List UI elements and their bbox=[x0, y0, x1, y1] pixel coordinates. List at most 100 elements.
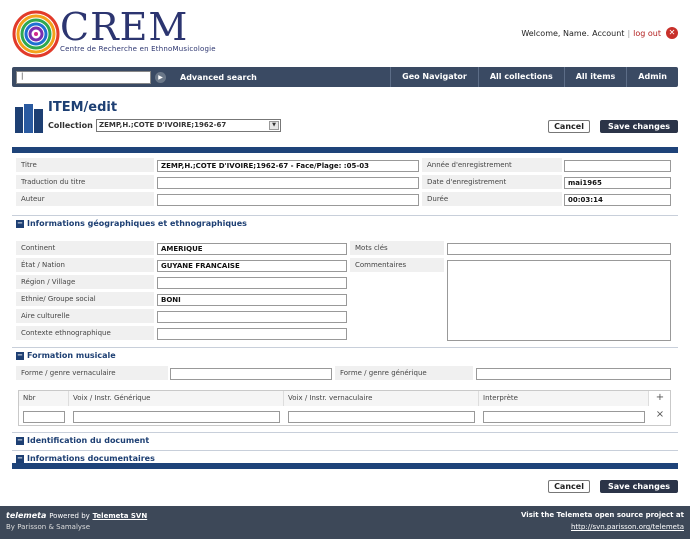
geo-section-title: Informations géographiques et ethnograph… bbox=[27, 219, 247, 228]
continent-label: Continent bbox=[16, 241, 154, 256]
logout-icon[interactable]: ✕ bbox=[666, 27, 678, 39]
by-text: By bbox=[6, 523, 15, 531]
nbr-field[interactable] bbox=[23, 411, 65, 423]
user-bar-separator: | bbox=[627, 28, 631, 38]
footer-visit-text: Visit the Telemeta open source project a… bbox=[521, 511, 684, 519]
ethnie-label: Ethnie/ Groupe social bbox=[16, 292, 154, 307]
nav-geo-navigator[interactable]: Geo Navigator bbox=[390, 67, 478, 87]
section-divider bbox=[12, 450, 678, 451]
parisson-samalyse-link[interactable]: Parisson & Samalyse bbox=[17, 523, 90, 531]
collection-select-value: ZEMP,H.;COTE D'IVOIRE;1962-67 bbox=[99, 121, 227, 129]
header: CREM Centre de Recherche en EthnoMusicol… bbox=[0, 0, 690, 66]
collapse-minus-icon[interactable]: − bbox=[16, 436, 24, 445]
contexte-field[interactable] bbox=[157, 328, 347, 340]
footer-by: By Parisson & Samalyse bbox=[6, 523, 90, 531]
svn-url-link[interactable]: http://svn.parisson.org/telemeta bbox=[571, 523, 684, 531]
etat-field[interactable]: GUYANE FRANCAISE bbox=[157, 260, 347, 272]
telemeta-svn-link[interactable]: Telemeta SVN bbox=[93, 512, 148, 520]
title-row: ITEM/edit Collection ZEMP,H.;COTE D'IVOI… bbox=[12, 100, 678, 136]
traduction-field[interactable] bbox=[157, 177, 419, 189]
region-field[interactable] bbox=[157, 277, 347, 289]
ethnie-field[interactable]: BONI bbox=[157, 294, 347, 306]
forme-vernaculaire-label: Forme / genre vernaculaire bbox=[16, 366, 168, 381]
performers-table: Nbr Voix / Instr. Générique Voix / Instr… bbox=[18, 390, 671, 426]
continent-field[interactable]: AMERIQUE bbox=[157, 243, 347, 255]
account-link[interactable]: Account bbox=[592, 29, 624, 38]
footer-brand: telemeta Powered by Telemeta SVN bbox=[6, 511, 147, 520]
logo-title: CREM bbox=[60, 5, 189, 49]
titre-label: Titre bbox=[16, 158, 154, 173]
search-input[interactable]: | bbox=[16, 70, 151, 84]
section-divider bbox=[12, 432, 678, 433]
col-interprete: Interprète bbox=[479, 391, 649, 406]
aire-field[interactable] bbox=[157, 311, 347, 323]
collection-select[interactable]: ZEMP,H.;COTE D'IVOIRE;1962-67 ▼ bbox=[96, 119, 281, 132]
interprete-field[interactable] bbox=[483, 411, 645, 423]
etat-label: État / Nation bbox=[16, 258, 154, 273]
formation-section-header[interactable]: − Formation musicale bbox=[16, 351, 116, 360]
collapse-minus-icon[interactable]: − bbox=[16, 454, 24, 463]
add-row-plus-icon[interactable]: + bbox=[653, 392, 667, 403]
page-title: ITEM/edit bbox=[48, 100, 118, 115]
voix-generique-field[interactable] bbox=[73, 411, 280, 423]
delete-row-x-icon[interactable]: × bbox=[653, 409, 667, 420]
date-field[interactable]: mai1965 bbox=[564, 177, 671, 189]
formation-section-title: Formation musicale bbox=[27, 351, 116, 360]
identification-section-header[interactable]: − Identification du document bbox=[16, 436, 149, 445]
welcome-text: Welcome, Name. bbox=[521, 28, 590, 38]
titre-field[interactable]: ZEMP,H.;COTE D'IVOIRE;1962-67 - Face/Pla… bbox=[157, 160, 419, 172]
collapse-minus-icon[interactable]: − bbox=[16, 351, 24, 360]
powered-by-text: Powered by bbox=[49, 512, 90, 520]
documentaires-section-header[interactable]: − Informations documentaires bbox=[16, 454, 155, 463]
user-bar: Welcome, Name. Account | log out ✕ bbox=[521, 27, 678, 39]
telemeta-logo[interactable]: telemeta bbox=[6, 511, 46, 520]
forme-vernaculaire-field[interactable] bbox=[170, 368, 332, 380]
auteur-label: Auteur bbox=[16, 192, 154, 207]
geo-section-header[interactable]: − Informations géographiques et ethnogra… bbox=[16, 219, 247, 228]
crem-spiral-logo[interactable] bbox=[12, 10, 60, 58]
col-voix-generique: Voix / Instr. Générique bbox=[69, 391, 284, 406]
nav-all-collections[interactable]: All collections bbox=[477, 67, 564, 87]
section-divider bbox=[12, 347, 678, 348]
commentaires-label: Commentaires bbox=[350, 258, 444, 273]
nav-menu: Geo Navigator All collections All items … bbox=[390, 67, 678, 87]
aire-label: Aire culturelle bbox=[16, 309, 154, 324]
col-voix-vernaculaire: Voix / Instr. vernaculaire bbox=[284, 391, 479, 406]
commentaires-textarea[interactable] bbox=[447, 260, 671, 341]
logo-subtitle: Centre de Recherche en EthnoMusicologie bbox=[60, 45, 216, 53]
item-edit-form: Titre ZEMP,H.;COTE D'IVOIRE;1962-67 - Fa… bbox=[12, 147, 678, 469]
motscles-field[interactable] bbox=[447, 243, 671, 255]
traduction-label: Traduction du titre bbox=[16, 175, 154, 190]
save-button-bottom[interactable]: Save changes bbox=[600, 480, 678, 493]
duree-field[interactable]: 00:03:14 bbox=[564, 194, 671, 206]
annee-label: Année d'enregistrement bbox=[422, 158, 562, 173]
duree-label: Durée bbox=[422, 192, 562, 207]
nav-admin[interactable]: Admin bbox=[626, 67, 678, 87]
region-label: Région / Village bbox=[16, 275, 154, 290]
date-label: Date d'enregistrement bbox=[422, 175, 562, 190]
auteur-field[interactable] bbox=[157, 194, 419, 206]
nav-all-items[interactable]: All items bbox=[563, 67, 627, 87]
collapse-minus-icon[interactable]: − bbox=[16, 219, 24, 228]
chevron-down-icon[interactable]: ▼ bbox=[269, 121, 279, 130]
logo-text: CREM Centre de Recherche en EthnoMusicol… bbox=[60, 5, 216, 53]
save-button-top[interactable]: Save changes bbox=[600, 120, 678, 133]
annee-field[interactable] bbox=[564, 160, 671, 172]
motscles-label: Mots clés bbox=[350, 241, 444, 256]
forme-generique-label: Forme / genre générique bbox=[335, 366, 473, 381]
contexte-label: Contexte ethnographique bbox=[16, 326, 154, 341]
search-go-icon[interactable]: ▶ bbox=[155, 71, 166, 83]
forme-generique-field[interactable] bbox=[476, 368, 671, 380]
col-nbr: Nbr bbox=[19, 391, 69, 406]
logout-link[interactable]: log out bbox=[633, 29, 661, 38]
documentaires-section-title: Informations documentaires bbox=[27, 454, 155, 463]
advanced-search-link[interactable]: Advanced search bbox=[180, 73, 257, 82]
cancel-button-top[interactable]: Cancel bbox=[548, 120, 590, 133]
voix-vernaculaire-field[interactable] bbox=[288, 411, 475, 423]
item-books-icon bbox=[15, 104, 43, 133]
identification-section-title: Identification du document bbox=[27, 436, 150, 445]
collection-label: Collection bbox=[48, 121, 93, 130]
main-navbar: | ▶ Advanced search Geo Navigator All co… bbox=[12, 67, 678, 87]
footer: telemeta Powered by Telemeta SVN By Pari… bbox=[0, 506, 690, 539]
cancel-button-bottom[interactable]: Cancel bbox=[548, 480, 590, 493]
